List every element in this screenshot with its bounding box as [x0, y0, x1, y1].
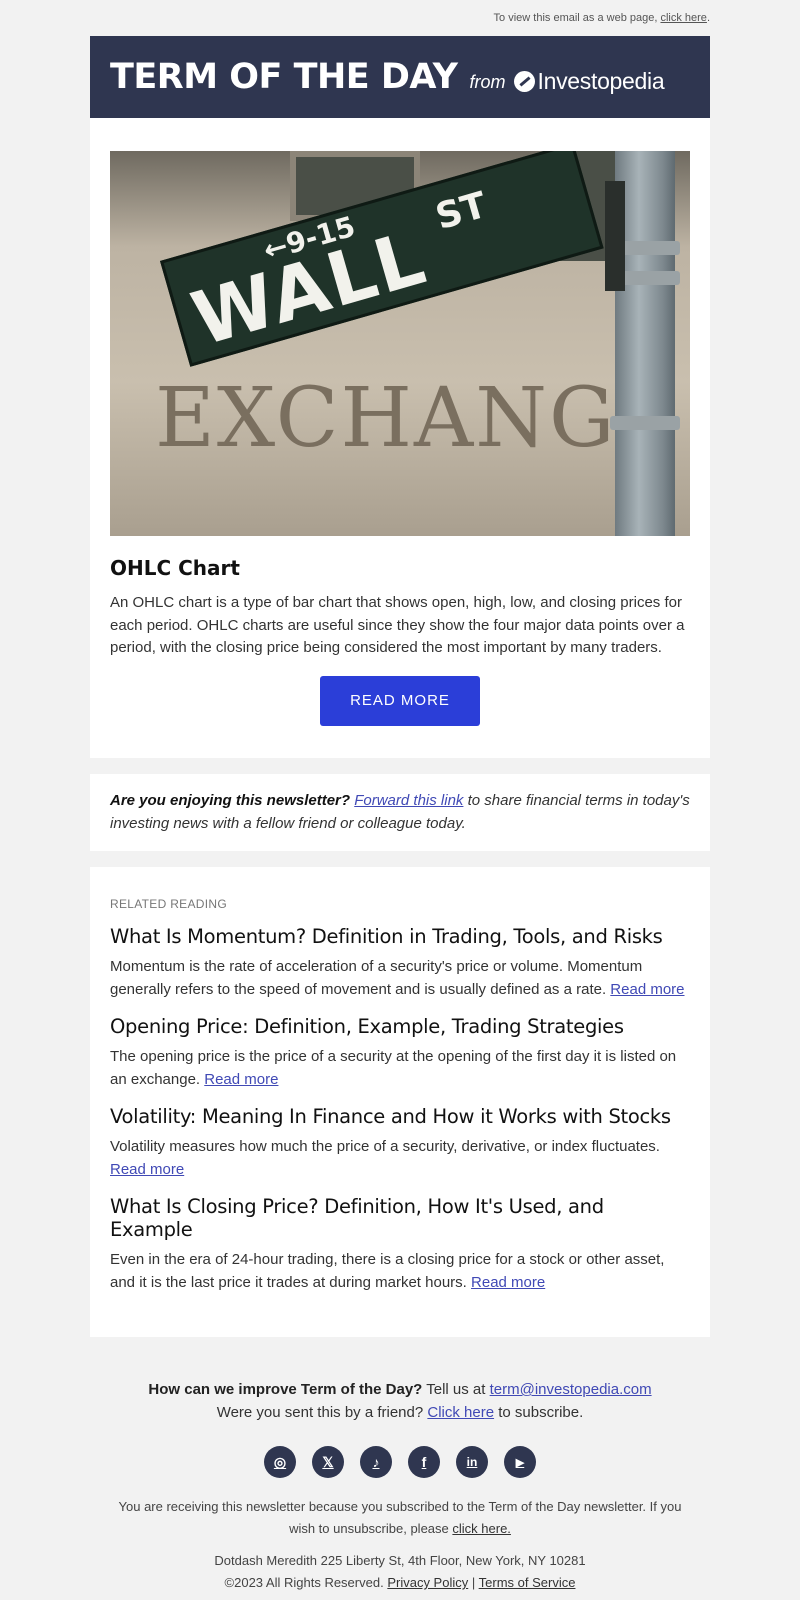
related-article: What Is Momentum? Definition in Trading,… — [110, 925, 690, 1001]
feedback-question: How can we improve Term of the Day? — [148, 1381, 423, 1398]
article-summary: Even in the era of 24-hour trading, ther… — [110, 1249, 690, 1294]
address-text: Dotdash Meredith 225 Liberty St, 4th Flo… — [214, 1553, 586, 1568]
link-separator: | — [471, 1575, 476, 1590]
subscribe-line: Were you sent this by a friend? Click he… — [90, 1401, 710, 1424]
preheader: To view this email as a web page, click … — [494, 12, 710, 24]
friend-text: Were you sent this by a friend? — [216, 1404, 424, 1421]
from-label: from — [469, 71, 506, 92]
related-article: Volatility: Meaning In Finance and How i… — [110, 1105, 690, 1181]
article-summary-text: Volatility measures how much the price o… — [110, 1138, 660, 1155]
article-summary-text: The opening price is the price of a secu… — [110, 1048, 677, 1088]
article-read-more-link[interactable]: Read more — [204, 1071, 278, 1088]
legal-notice: You are receiving this newsletter becaus… — [90, 1496, 710, 1540]
subscribe-link[interactable]: Click here — [427, 1404, 494, 1421]
newsletter-title: TERM OF THE DAY — [110, 57, 458, 97]
tiktok-icon[interactable]: ♪ — [360, 1446, 392, 1478]
preheader-end: . — [706, 12, 710, 24]
building-engraving: EXCHANG — [155, 371, 617, 466]
footer: How can we improve Term of the Day? Tell… — [90, 1378, 710, 1594]
article-title[interactable]: What Is Momentum? Definition in Trading,… — [110, 925, 690, 948]
related-reading-label: RELATED READING — [110, 897, 227, 911]
legal-text: You are receiving this newsletter becaus… — [118, 1499, 682, 1536]
related-article: What Is Closing Price? Definition, How I… — [110, 1195, 690, 1294]
article-title[interactable]: Volatility: Meaning In Finance and How i… — [110, 1105, 690, 1128]
article-title[interactable]: What Is Closing Price? Definition, How I… — [110, 1195, 690, 1241]
related-reading-card: RELATED READING What Is Momentum? Defini… — [90, 867, 710, 1337]
article-summary: Momentum is the rate of acceleration of … — [110, 956, 690, 1001]
unsubscribe-link[interactable]: click here. — [452, 1521, 511, 1536]
preheader-text: To view this email as a web page, — [493, 12, 661, 24]
sign-bracket — [605, 181, 625, 291]
article-title[interactable]: Opening Price: Definition, Example, Trad… — [110, 1015, 690, 1038]
feedback-email-link[interactable]: term@investopedia.com — [490, 1381, 652, 1398]
friend-end: to subscribe. — [498, 1404, 584, 1421]
privacy-policy-link[interactable]: Privacy Policy — [387, 1575, 468, 1590]
youtube-icon[interactable]: ▶ — [504, 1446, 536, 1478]
feedback-tell: Tell us at — [426, 1381, 486, 1398]
share-lead: Are you enjoying this newsletter? — [110, 792, 351, 809]
copyright-text: ©2023 All Rights Reserved. — [224, 1575, 384, 1590]
view-web-link[interactable]: click here — [660, 12, 706, 24]
article-read-more-link[interactable]: Read more — [471, 1274, 545, 1291]
feedback-line: How can we improve Term of the Day? Tell… — [90, 1378, 710, 1401]
x-icon[interactable]: 𝕏 — [312, 1446, 344, 1478]
button-wrapper: READ MORE — [110, 675, 690, 726]
article-summary: The opening price is the price of a secu… — [110, 1046, 690, 1091]
pole-band — [610, 416, 680, 430]
forward-link[interactable]: Forward this link — [354, 792, 463, 809]
facebook-icon[interactable]: f — [408, 1446, 440, 1478]
copyright-line: ©2023 All Rights Reserved. Privacy Polic… — [90, 1572, 710, 1594]
brand-name: Investopedia — [537, 67, 665, 94]
related-article: Opening Price: Definition, Example, Trad… — [110, 1015, 690, 1091]
term-description: An OHLC chart is a type of bar chart tha… — [110, 594, 685, 656]
investopedia-logo[interactable]: Investopedia — [513, 67, 665, 95]
newsletter-header: TERM OF THE DAY from Investopedia — [90, 36, 710, 118]
instagram-icon[interactable]: ◎ — [264, 1446, 296, 1478]
linkedin-icon[interactable]: in — [456, 1446, 488, 1478]
social-links: ◎ 𝕏 ♪ f in ▶ — [90, 1446, 710, 1478]
article-summary: Volatility measures how much the price o… — [110, 1136, 690, 1181]
sign-st: ST — [431, 184, 492, 239]
hero-image[interactable]: EXCHANG ←9-15 WALL ST — [110, 151, 690, 536]
share-card: Are you enjoying this newsletter? Forwar… — [90, 774, 710, 851]
read-more-button[interactable]: READ MORE — [320, 675, 480, 726]
company-address: Dotdash Meredith 225 Liberty St, 4th Flo… — [90, 1550, 710, 1594]
investopedia-logo-icon — [513, 70, 535, 92]
term-title: OHLC Chart — [110, 556, 240, 580]
article-summary-text: Even in the era of 24-hour trading, ther… — [110, 1251, 665, 1291]
term-card: EXCHANG ←9-15 WALL ST OHLC Chart An OHLC… — [90, 118, 710, 758]
terms-of-service-link[interactable]: Terms of Service — [479, 1575, 576, 1590]
article-summary-text: Momentum is the rate of acceleration of … — [110, 958, 643, 998]
article-read-more-link[interactable]: Read more — [110, 1161, 184, 1178]
article-read-more-link[interactable]: Read more — [610, 981, 684, 998]
